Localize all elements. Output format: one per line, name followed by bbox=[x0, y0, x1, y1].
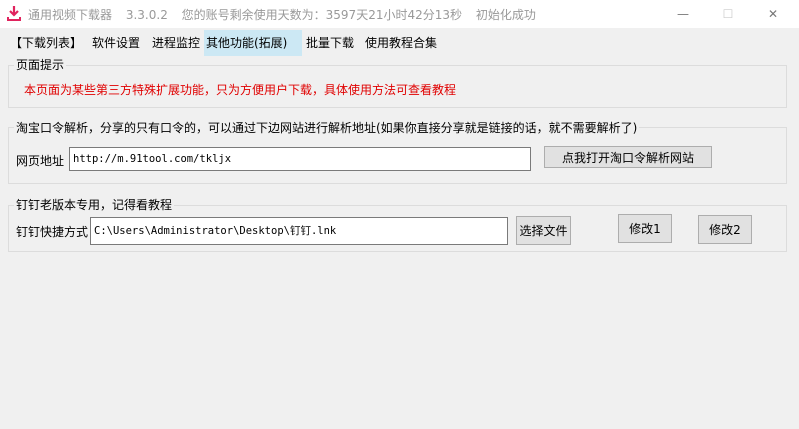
download-app-icon bbox=[7, 6, 21, 21]
title-bar: 通用视频下载器 3.3.0.2 您的账号剩余使用天数为：3597天21小时42分… bbox=[0, 0, 799, 28]
notice-text: 本页面为某些第三方特殊扩展功能，只为方便用户下载，具体使用方法可查看教程 bbox=[24, 83, 457, 97]
choose-file-button[interactable]: 选择文件 bbox=[516, 216, 571, 245]
notice-group-title: 页面提示 bbox=[14, 56, 67, 73]
modify-2-button[interactable]: 修改2 bbox=[698, 215, 752, 244]
minimize-button[interactable]: — bbox=[660, 0, 706, 28]
tab-tutorials[interactable]: 使用教程合集 bbox=[363, 30, 439, 56]
app-name: 通用视频下载器 bbox=[28, 8, 113, 22]
tab-content: 页面提示 本页面为某些第三方特殊扩展功能，只为方便用户下载，具体使用方法可查看教… bbox=[0, 56, 799, 429]
tab-software-settings[interactable]: 软件设置 bbox=[90, 30, 142, 56]
taobao-group-title: 淘宝口令解析，分享的只有口令的，可以通过下边网站进行解析地址(如果你直接分享就是… bbox=[14, 119, 640, 136]
tab-bar: 【下载列表】 软件设置 进程监控 其他功能(拓展) 批量下载 使用教程合集 bbox=[0, 30, 799, 56]
url-input[interactable]: http://m.91tool.com/tkljx bbox=[69, 147, 531, 171]
tab-download-list[interactable]: 【下载列表】 bbox=[8, 30, 84, 56]
tab-other-functions[interactable]: 其他功能(拓展) bbox=[204, 30, 302, 56]
shortcut-path-input[interactable]: C:\Users\Administrator\Desktop\钉钉.lnk bbox=[90, 217, 508, 245]
remaining-days: 您的账号剩余使用天数为：3597天21小时42分13秒 bbox=[181, 8, 463, 22]
modify-1-button[interactable]: 修改1 bbox=[618, 214, 672, 243]
close-button[interactable]: ✕ bbox=[750, 0, 796, 28]
tab-process-monitor[interactable]: 进程监控 bbox=[150, 30, 202, 56]
window-title: 通用视频下载器 3.3.0.2 您的账号剩余使用天数为：3597天21小时42分… bbox=[28, 6, 546, 23]
tab-batch-download[interactable]: 批量下载 bbox=[304, 30, 356, 56]
init-status: 初始化成功 bbox=[475, 8, 536, 22]
maximize-button[interactable]: ☐ bbox=[705, 0, 751, 28]
app-version: 3.3.0.2 bbox=[125, 8, 168, 22]
dingtalk-group-title: 钉钉老版本专用，记得看教程 bbox=[14, 196, 175, 213]
open-taobao-parser-button[interactable]: 点我打开淘口令解析网站 bbox=[544, 146, 712, 168]
shortcut-label: 钉钉快捷方式 bbox=[16, 225, 89, 239]
url-label: 网页地址 bbox=[16, 154, 65, 168]
